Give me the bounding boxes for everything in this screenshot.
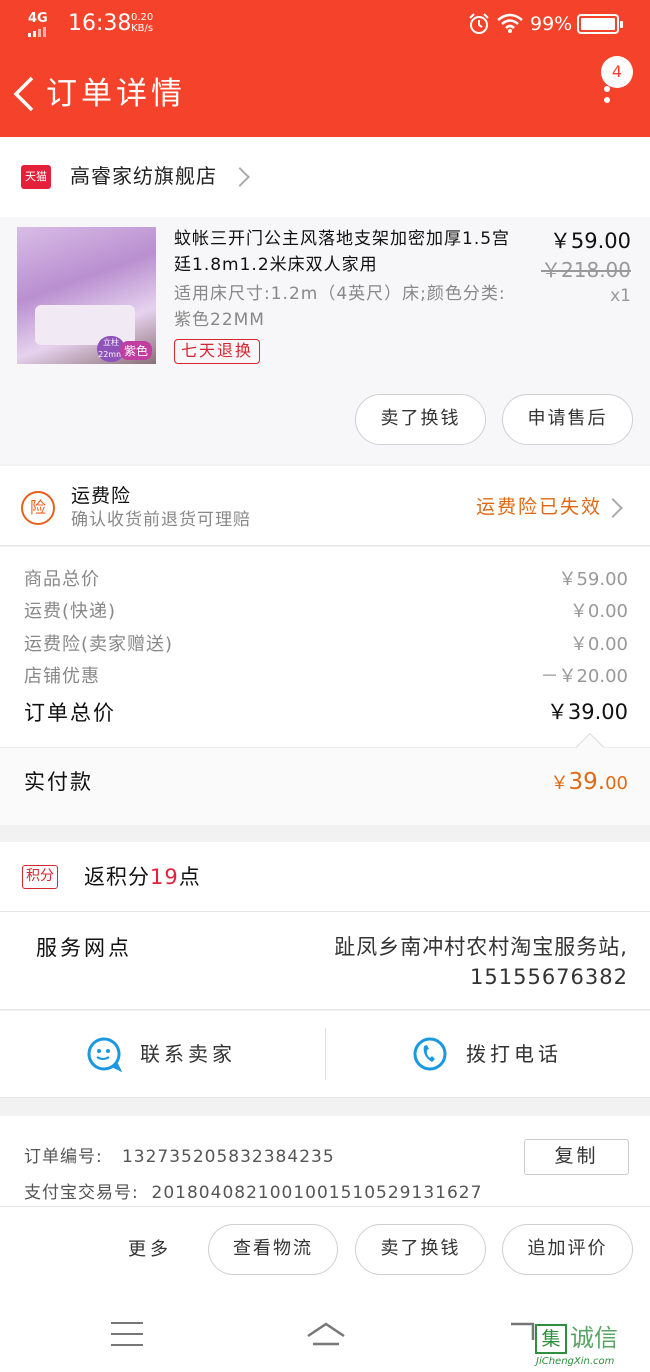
image-tag-color: 紫色 xyxy=(119,341,152,360)
after-sale-button[interactable]: 申请售后 xyxy=(502,394,633,445)
battery-percent: 99% xyxy=(530,13,573,35)
contact-seller-label[interactable]: 联系卖家 xyxy=(140,1039,236,1069)
alarm-icon xyxy=(469,13,489,34)
tmall-logo: 天猫 xyxy=(21,165,51,189)
watermark-domain: JiChengXin.com xyxy=(536,1356,615,1367)
insurance-status[interactable]: 运费险已失效 xyxy=(476,492,602,522)
more-menu-icon[interactable] xyxy=(600,86,614,120)
original-price: ￥218.00 xyxy=(541,258,631,282)
order-total-value: ￥39.00 xyxy=(546,700,628,724)
points-suffix: 点 xyxy=(178,865,201,889)
product-price: ￥59.00 xyxy=(549,229,631,253)
insurance-icon: 险 xyxy=(21,491,55,525)
fee-label: 商品总价 xyxy=(24,569,100,590)
alipay-number-line: 支付宝交易号: 2018040821001001510529131627 xyxy=(24,1180,482,1206)
network-type: 4G xyxy=(28,11,48,26)
wifi-icon xyxy=(497,13,523,33)
paid-amount: ￥39.00 xyxy=(551,765,628,801)
speed-value: 0.20 xyxy=(131,12,154,23)
service-address: 趾凤乡南冲村农村淘宝服务站, xyxy=(334,935,628,959)
order-number-label: 订单编号: xyxy=(24,1147,103,1167)
paid-currency: ￥ xyxy=(550,773,569,794)
signal-bars-icon xyxy=(28,27,46,37)
product-quantity: x1 xyxy=(610,286,631,306)
home-icon[interactable] xyxy=(305,1318,347,1348)
watermark-text: 诚信 xyxy=(570,1324,618,1352)
fee-label: 运费(快递) xyxy=(24,601,117,622)
points-tag: 积分 xyxy=(22,865,58,889)
view-logistics-button[interactable]: 查看物流 xyxy=(208,1224,338,1275)
service-point-label: 服务网点 xyxy=(36,936,132,960)
points-prefix: 返积分 xyxy=(84,865,150,889)
paid-label: 实付款 xyxy=(24,770,93,794)
signal-indicator: 4G xyxy=(28,12,50,37)
fee-value: －￥20.00 xyxy=(540,666,628,687)
clock: 16:38 xyxy=(68,11,132,36)
notification-badge[interactable]: 4 xyxy=(601,56,633,88)
alipay-number: 2018040821001001510529131627 xyxy=(151,1183,483,1203)
call-phone-label[interactable]: 拨打电话 xyxy=(466,1039,562,1069)
add-review-button[interactable]: 追加评价 xyxy=(502,1224,633,1275)
sell-button[interactable]: 卖了换钱 xyxy=(355,394,486,445)
copy-button[interactable]: 复制 xyxy=(524,1139,629,1175)
network-speed: 0.20 KB/s xyxy=(131,12,153,34)
insurance-title: 运费险 xyxy=(71,485,132,507)
status-bar: 4G 16:38 0.20 KB/s 99% xyxy=(0,0,650,50)
header-bar: 4G 16:38 0.20 KB/s 99% 订单详情 4 xyxy=(0,0,650,137)
more-button[interactable]: 更多 xyxy=(128,1235,172,1265)
sell-button[interactable]: 卖了换钱 xyxy=(355,1224,486,1275)
chat-icon xyxy=(87,1037,122,1072)
menu-icon[interactable] xyxy=(111,1322,143,1346)
watermark-logo: 集 xyxy=(535,1324,567,1354)
speed-unit: KB/s xyxy=(131,23,154,34)
service-point-value: 趾凤乡南冲村农村淘宝服务站, 15155676382 xyxy=(268,932,628,992)
fee-label: 运费险(卖家赠送) xyxy=(24,634,174,655)
order-number: 132735205832384235 xyxy=(121,1147,335,1167)
paid-cents: 00 xyxy=(605,773,628,794)
page-title: 订单详情 xyxy=(46,76,186,112)
points-value: 19 xyxy=(150,865,179,889)
service-phone: 15155676382 xyxy=(470,965,628,989)
fee-value: ￥0.00 xyxy=(569,601,628,622)
alipay-label: 支付宝交易号: xyxy=(24,1183,139,1203)
fee-label: 店铺优惠 xyxy=(24,666,100,687)
order-number-line: 订单编号: 132735205832384235 xyxy=(24,1144,335,1170)
insurance-subtitle: 确认收货前退货可理赔 xyxy=(71,510,251,530)
paid-integer: 39. xyxy=(568,769,606,795)
order-total-label: 订单总价 xyxy=(24,701,116,725)
battery-icon xyxy=(577,14,623,34)
phone-icon xyxy=(413,1037,447,1071)
product-title[interactable]: 蚊帐三开门公主风落地支架加密加厚1.5宫廷1.8m1.2米床双人家用 xyxy=(174,226,524,278)
points-text: 返积分19点 xyxy=(84,861,201,893)
back-arrow-icon[interactable] xyxy=(10,74,40,114)
shop-name[interactable]: 高睿家纺旗舰店 xyxy=(70,160,217,192)
return-policy-tag: 七天退换 xyxy=(174,339,261,364)
fee-value: ￥0.00 xyxy=(569,634,628,655)
back-nav-icon[interactable] xyxy=(507,1320,537,1344)
product-spec: 适用床尺寸:1.2m（4英尺）床;颜色分类:紫色22MM xyxy=(174,284,506,330)
product-image[interactable]: 立柱22mm 紫色 xyxy=(17,227,156,364)
fee-value: ￥59.00 xyxy=(558,569,628,590)
